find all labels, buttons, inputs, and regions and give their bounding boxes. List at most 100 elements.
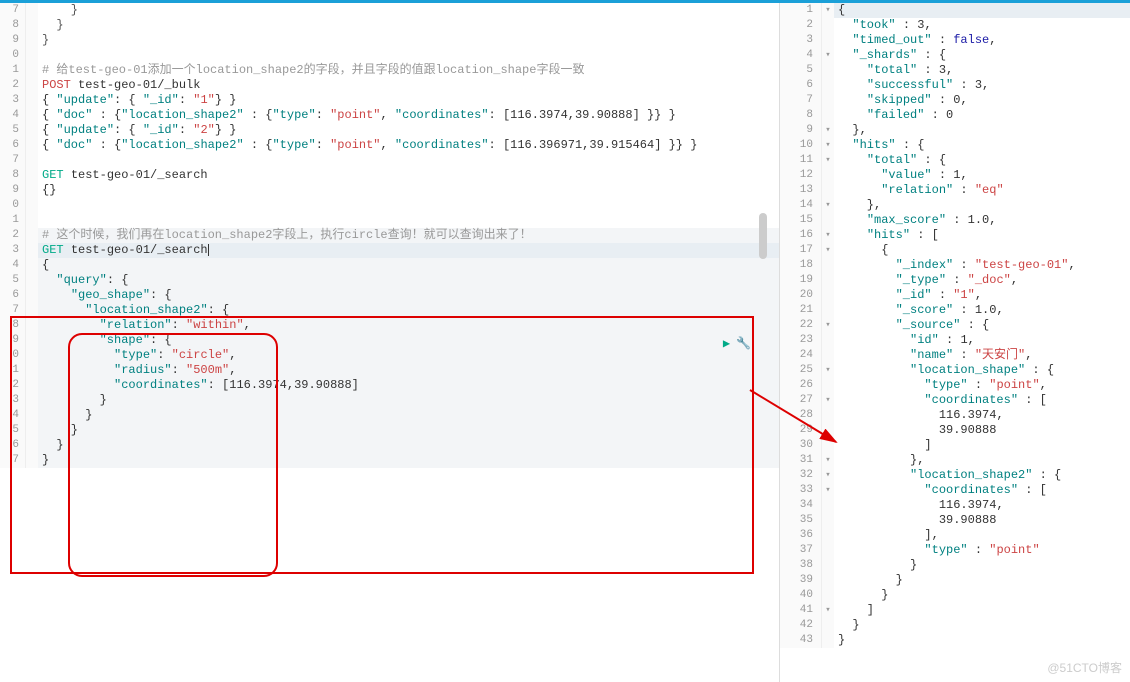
code-line[interactable]: 2 "coordinates": [116.3974,39.90888]	[0, 378, 779, 393]
response-line: 21 "_score" : 1.0,	[780, 303, 1130, 318]
response-line: 16▾ "hits" : [	[780, 228, 1130, 243]
fold-toggle[interactable]	[822, 543, 834, 558]
fold-toggle[interactable]	[822, 588, 834, 603]
response-line: 1▾{	[780, 3, 1130, 18]
request-code-area[interactable]: 7 }8 }9}01# 给test-geo-01添加一个location_sha…	[0, 3, 779, 468]
response-line: 34 116.3974,	[780, 498, 1130, 513]
fold-toggle[interactable]: ▾	[822, 48, 834, 63]
fold-toggle[interactable]	[822, 183, 834, 198]
code-line[interactable]: 2# 这个时候，我们再在location_shape2字段上，执行circle查…	[0, 228, 779, 243]
fold-toggle[interactable]: ▾	[822, 483, 834, 498]
fold-toggle[interactable]	[822, 33, 834, 48]
code-line[interactable]: 0 "type": "circle",	[0, 348, 779, 363]
fold-toggle[interactable]	[822, 618, 834, 633]
fold-toggle[interactable]: ▾	[822, 243, 834, 258]
code-line[interactable]: 6{ "doc" : {"location_shape2" : {"type":…	[0, 138, 779, 153]
fold-toggle[interactable]: ▾	[822, 198, 834, 213]
code-line[interactable]: 0	[0, 198, 779, 213]
code-line[interactable]: 7}	[0, 453, 779, 468]
code-line[interactable]: 5 }	[0, 423, 779, 438]
fold-toggle[interactable]: ▾	[822, 153, 834, 168]
code-line[interactable]: 7 "location_shape2": {	[0, 303, 779, 318]
code-line[interactable]: 1# 给test-geo-01添加一个location_shape2的字段，并且…	[0, 63, 779, 78]
request-editor-pane[interactable]: 7 }8 }9}01# 给test-geo-01添加一个location_sha…	[0, 3, 780, 682]
fold-toggle[interactable]: ▾	[822, 363, 834, 378]
response-line: 14▾ },	[780, 198, 1130, 213]
fold-toggle[interactable]: ▾	[822, 138, 834, 153]
line-number: 25	[780, 363, 822, 378]
code-line[interactable]: 7 }	[0, 3, 779, 18]
code-line[interactable]: 2POST test-geo-01/_bulk	[0, 78, 779, 93]
code-line[interactable]: 1	[0, 213, 779, 228]
code-line[interactable]: 6 "geo_shape": {	[0, 288, 779, 303]
line-number: 5	[780, 63, 822, 78]
code-line[interactable]: 8GET test-geo-01/_search	[0, 168, 779, 183]
fold-toggle[interactable]	[822, 258, 834, 273]
fold-toggle[interactable]: ▾	[822, 453, 834, 468]
response-code-area: 1▾{2 "took" : 3,3 "timed_out" : false,4▾…	[780, 3, 1130, 648]
line-number: 1	[0, 363, 26, 378]
fold-toggle[interactable]	[822, 168, 834, 183]
line-number: 6	[0, 138, 26, 153]
code-line[interactable]: 7	[0, 153, 779, 168]
code-line[interactable]: 5 "query": {	[0, 273, 779, 288]
code-line[interactable]: 8 "relation": "within",	[0, 318, 779, 333]
response-line: 30 ]	[780, 438, 1130, 453]
fold-toggle[interactable]	[822, 333, 834, 348]
response-line: 8 "failed" : 0	[780, 108, 1130, 123]
code-line[interactable]: 9 "shape": {	[0, 333, 779, 348]
fold-toggle[interactable]: ▾	[822, 228, 834, 243]
code-line[interactable]: 8 }	[0, 18, 779, 33]
response-pane[interactable]: 1▾{2 "took" : 3,3 "timed_out" : false,4▾…	[780, 3, 1130, 682]
code-line[interactable]: 6 }	[0, 438, 779, 453]
fold-toggle[interactable]	[822, 573, 834, 588]
fold-toggle[interactable]: ▾	[822, 318, 834, 333]
line-number: 2	[780, 18, 822, 33]
code-line[interactable]: 4 }	[0, 408, 779, 423]
line-number: 8	[0, 18, 26, 33]
fold-toggle[interactable]: ▾	[822, 123, 834, 138]
fold-toggle[interactable]	[822, 558, 834, 573]
fold-toggle[interactable]	[822, 498, 834, 513]
fold-toggle[interactable]	[822, 273, 834, 288]
fold-toggle[interactable]	[822, 438, 834, 453]
code-line[interactable]: 5{ "update": { "_id": "2"} }	[0, 123, 779, 138]
fold-toggle[interactable]	[822, 513, 834, 528]
fold-toggle[interactable]	[822, 213, 834, 228]
fold-toggle[interactable]: ▾	[822, 468, 834, 483]
fold-toggle[interactable]	[822, 288, 834, 303]
fold-toggle[interactable]	[822, 423, 834, 438]
run-query-icon[interactable]: ▶	[723, 336, 730, 351]
scrollbar-thumb[interactable]	[759, 213, 767, 259]
code-line[interactable]: 9{}	[0, 183, 779, 198]
fold-toggle[interactable]	[822, 93, 834, 108]
fold-toggle[interactable]: ▾	[822, 3, 834, 18]
code-line[interactable]: 4{ "doc" : {"location_shape2" : {"type":…	[0, 108, 779, 123]
fold-toggle[interactable]	[822, 348, 834, 363]
fold-toggle[interactable]	[822, 408, 834, 423]
code-line[interactable]: 4{	[0, 258, 779, 273]
line-number: 9	[0, 33, 26, 48]
code-line[interactable]: 1 "radius": "500m",	[0, 363, 779, 378]
fold-toggle[interactable]	[822, 528, 834, 543]
fold-toggle[interactable]: ▾	[822, 603, 834, 618]
fold-toggle[interactable]	[822, 303, 834, 318]
code-line[interactable]: 0	[0, 48, 779, 63]
wrench-icon[interactable]: 🔧	[736, 336, 751, 351]
line-number: 1	[0, 213, 26, 228]
code-line[interactable]: 3GET test-geo-01/_search	[0, 243, 779, 258]
fold-toggle[interactable]	[822, 633, 834, 648]
fold-toggle[interactable]	[822, 78, 834, 93]
fold-toggle[interactable]	[822, 18, 834, 33]
code-line[interactable]: 3{ "update": { "_id": "1"} }	[0, 93, 779, 108]
response-line: 24 "name" : "天安门",	[780, 348, 1130, 363]
fold-toggle[interactable]	[822, 63, 834, 78]
line-number: 8	[0, 318, 26, 333]
code-line[interactable]: 9}	[0, 33, 779, 48]
line-number: 9	[0, 333, 26, 348]
code-line[interactable]: 3 }	[0, 393, 779, 408]
fold-toggle[interactable]	[822, 378, 834, 393]
fold-toggle[interactable]	[822, 108, 834, 123]
line-number: 21	[780, 303, 822, 318]
fold-toggle[interactable]: ▾	[822, 393, 834, 408]
